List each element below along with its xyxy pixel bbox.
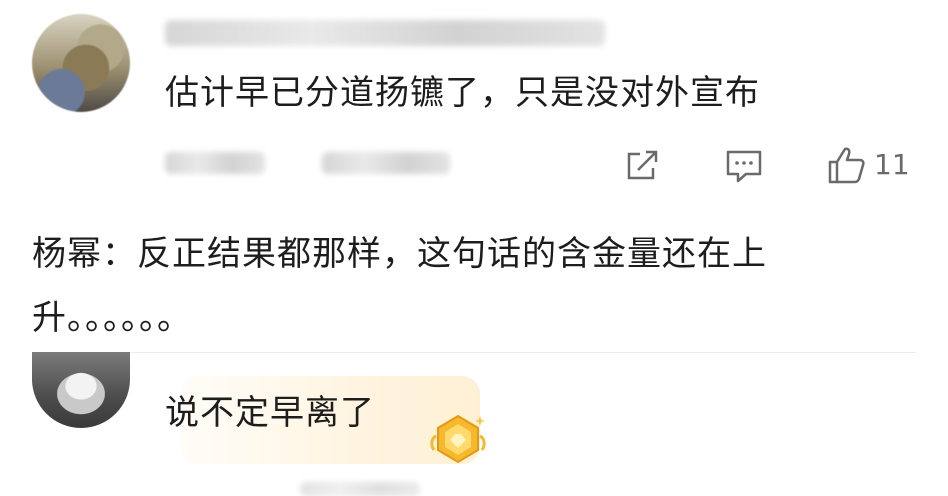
username-blurred[interactable]	[165, 20, 605, 46]
comment-text: 说不定早离了	[165, 393, 375, 433]
comment-icon	[726, 150, 762, 183]
timestamp-blurred	[165, 152, 265, 174]
share-icon	[627, 150, 658, 180]
divider	[32, 352, 916, 353]
thumb-up-icon	[828, 147, 865, 184]
avatar[interactable]	[32, 14, 130, 112]
reply-text: 杨幂：反正结果都那样，这句话的含金量还在上升。。。。。。	[32, 234, 767, 338]
share-button[interactable]	[624, 146, 662, 184]
avatar[interactable]	[32, 352, 130, 428]
reply-button[interactable]	[724, 146, 764, 186]
like-button[interactable]: 11	[826, 144, 910, 186]
gold-badge-icon	[430, 414, 486, 464]
location-blurred	[322, 152, 450, 174]
like-count: 11	[874, 148, 910, 181]
comment-text: 估计早已分道扬镳了，只是没对外宣布	[165, 73, 760, 113]
